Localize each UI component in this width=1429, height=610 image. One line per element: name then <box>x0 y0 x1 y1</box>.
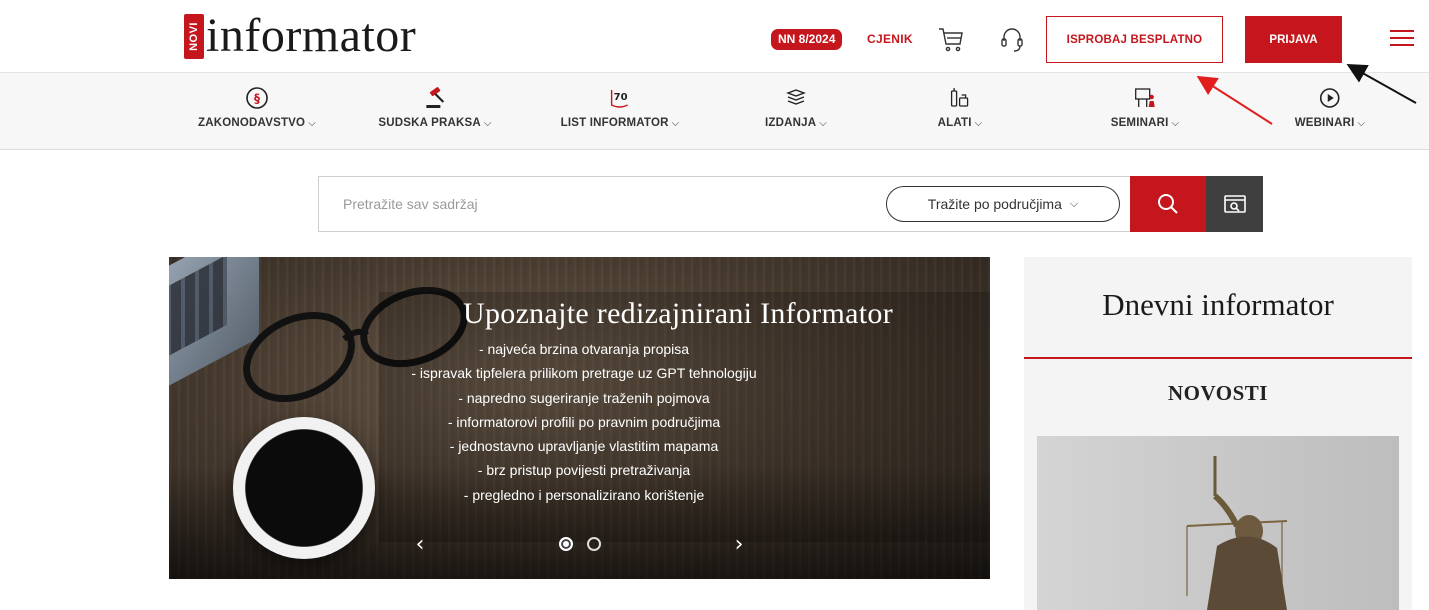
hero-feature-line: - ispravak tipfelera prilikom pretrage u… <box>411 365 757 382</box>
chevron-down-icon: ⌵ <box>819 118 828 129</box>
advanced-search-button[interactable] <box>1206 176 1263 232</box>
nav-item-alati[interactable]: ALATI ⌵ <box>938 85 983 129</box>
chevron-down-icon: ⌵ <box>1069 197 1079 210</box>
panel-title: Dnevni informator <box>1102 287 1334 322</box>
search-button[interactable] <box>1130 176 1206 232</box>
chevron-down-icon: ⌵ <box>1171 118 1180 129</box>
search-bar: Tražite po područjima ⌵ <box>318 176 1130 232</box>
logo-badge: NOVI <box>184 14 204 59</box>
hero-feature-line: - napredno sugeriranje traženih pojmova <box>458 389 710 406</box>
hero-feature-line: - najveća brzina otvaranja propisa <box>478 341 690 357</box>
hero-feature-line: - pregledno i personalizirano korištenje <box>463 486 705 503</box>
site-logo[interactable]: NOVI informator <box>184 10 416 64</box>
hero-feature-line: - brz pristup povijesti pretraživanja <box>477 462 691 479</box>
nav-item-webinari[interactable]: WEBINARI ⌵ <box>1295 85 1366 129</box>
chevron-down-icon: ⌵ <box>671 118 680 129</box>
nav-item-seminari[interactable]: SEMINARI ⌵ <box>1111 85 1180 129</box>
carousel-dot-1[interactable] <box>559 537 573 551</box>
pricing-link[interactable]: CJENIK <box>867 32 913 46</box>
carousel-prev-button[interactable]: ‹ <box>409 529 431 559</box>
hero-feature-list: - najveća brzina otvaranja propisa - isp… <box>369 337 799 507</box>
carousel-dot-2[interactable] <box>587 537 601 551</box>
main-navigation: § ZAKONODAVSTVO ⌵ SUDSKA PRAKSA ⌵ 70 LIST … <box>0 72 1429 150</box>
nav-item-zakonodavstvo[interactable]: § ZAKONODAVSTVO ⌵ <box>198 85 316 129</box>
logo-wordmark: informator <box>206 9 417 62</box>
books-icon <box>783 85 809 111</box>
coffee-cup-image <box>233 417 375 559</box>
chevron-down-icon: ⌵ <box>1357 118 1366 129</box>
nav-item-sudska-praksa[interactable]: SUDSKA PRAKSA ⌵ <box>378 85 491 129</box>
top-header: NOVI informator NN 8/2024 CJENIK ISPROBA… <box>0 0 1429 72</box>
gavel-icon <box>422 85 448 111</box>
chevron-down-icon: ⌵ <box>308 118 316 129</box>
svg-text:70: 70 <box>614 92 628 103</box>
cart-icon[interactable] <box>936 24 966 54</box>
seminar-icon <box>1132 85 1158 111</box>
search-icon <box>1158 194 1178 214</box>
area-filter-select[interactable]: Tražite po područjima ⌵ <box>886 186 1120 222</box>
paragraph-icon: § <box>244 85 270 111</box>
hero-feature-line: - informatorovi profili po pravnim podru… <box>447 413 721 430</box>
support-headset-icon[interactable] <box>997 24 1027 54</box>
search-input[interactable] <box>319 177 869 231</box>
advanced-search-icon <box>1223 195 1246 213</box>
svg-text:§: § <box>254 92 260 106</box>
play-icon <box>1317 85 1343 111</box>
carousel-dots <box>559 537 601 551</box>
chevron-down-icon: ⌵ <box>483 118 492 129</box>
tools-icon <box>947 85 973 111</box>
try-free-button[interactable]: ISPROBAJ BESPLATNO <box>1046 16 1223 63</box>
daily-informator-panel: Dnevni informator NOVOSTI <box>1024 257 1412 610</box>
nav-item-izdanja[interactable]: IZDANJA ⌵ <box>765 85 827 129</box>
login-button[interactable]: PRIJAVA <box>1245 16 1342 63</box>
hero-carousel: Upoznajte redizajnirani Informator - naj… <box>169 257 990 579</box>
carousel-next-button[interactable]: › <box>728 529 750 559</box>
list-70-icon: 70 <box>607 85 633 111</box>
hero-title: Upoznajte redizajnirani Informator <box>463 297 894 330</box>
hamburger-menu-icon[interactable] <box>1390 30 1414 48</box>
nn-issue-badge[interactable]: NN 8/2024 <box>771 29 843 50</box>
panel-divider <box>1024 357 1412 359</box>
nav-item-list-informator[interactable]: 70 LIST INFORMATOR ⌵ <box>561 85 680 129</box>
news-heading: NOVOSTI <box>1168 381 1268 405</box>
news-image-justice-statue[interactable] <box>1037 436 1399 610</box>
chevron-down-icon: ⌵ <box>974 118 983 129</box>
hero-feature-line: - jednostavno upravljanje vlastitim mapa… <box>449 438 719 455</box>
